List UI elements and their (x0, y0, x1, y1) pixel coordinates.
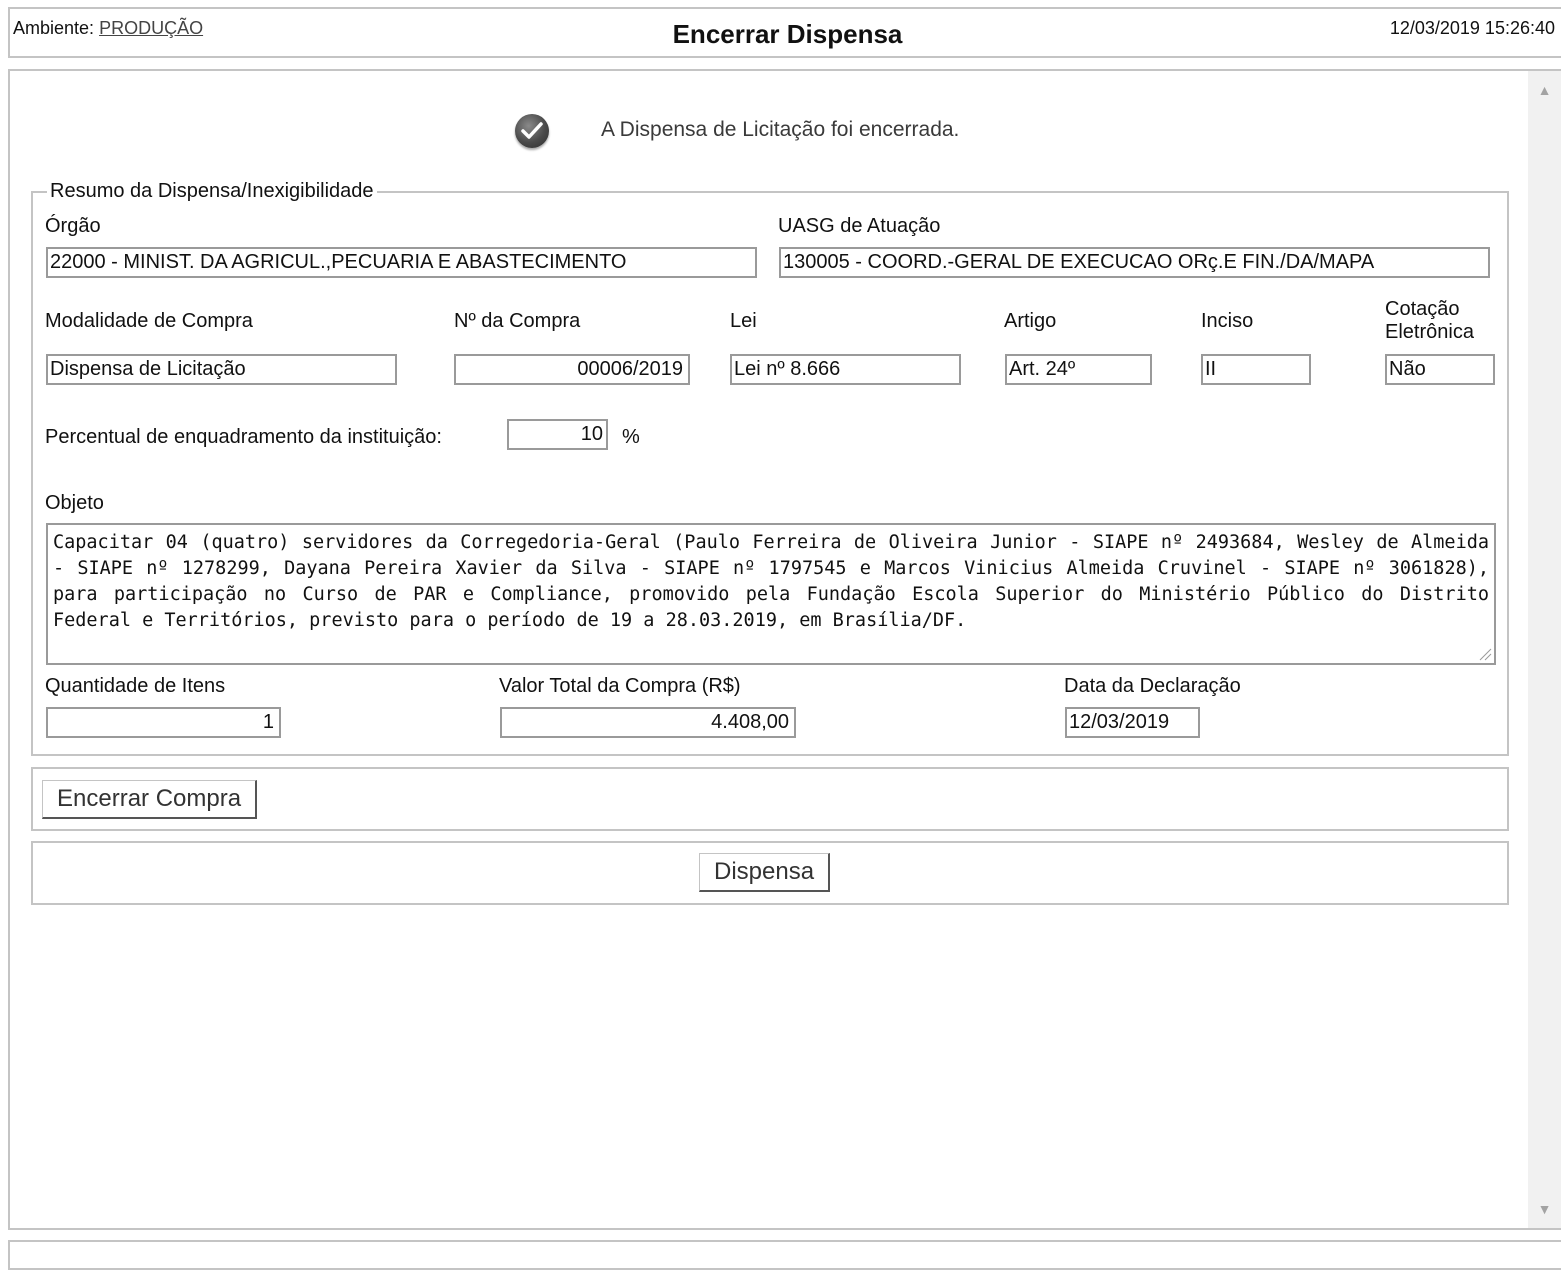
numero-compra-label: Nº da Compra (454, 310, 581, 332)
encerrar-panel: Encerrar Compra (31, 767, 1509, 831)
cotacao-label: Cotação Eletrônica (1385, 298, 1474, 344)
encerrar-compra-button[interactable]: Encerrar Compra (42, 780, 258, 819)
objeto-text: Capacitar 04 (quatro) servidores da Corr… (53, 532, 1489, 631)
numero-compra-field[interactable]: 00006/2019 (454, 354, 690, 385)
objeto-textarea[interactable]: Capacitar 04 (quatro) servidores da Corr… (46, 523, 1496, 665)
summary-fieldset: Resumo da Dispensa/Inexigibilidade Órgão… (31, 180, 1509, 756)
cotacao-label-line-2: Eletrônica (1385, 321, 1474, 343)
check-circle-icon (515, 114, 549, 148)
objeto-label: Objeto (45, 492, 104, 514)
uasg-label: UASG de Atuação (778, 215, 941, 237)
cotacao-label-line-1: Cotação (1385, 298, 1460, 320)
uasg-field[interactable]: 130005 - COORD.-GERAL DE EXECUCAO ORç.E … (779, 247, 1490, 278)
valor-label: Valor Total da Compra (R$) (499, 675, 741, 697)
bottom-frame (8, 1240, 1561, 1270)
dispensa-panel: Dispensa (31, 841, 1509, 905)
cotacao-field[interactable]: Não (1385, 354, 1495, 385)
dispensa-button[interactable]: Dispensa (699, 853, 831, 892)
quantidade-field[interactable]: 1 (46, 707, 281, 738)
main-frame: ▲ ▼ A Dispensa de Licitação foi encerrad… (8, 69, 1561, 1230)
inciso-label: Inciso (1201, 310, 1254, 332)
percentual-field[interactable]: 10 (507, 419, 608, 450)
scroll-up-icon[interactable]: ▲ (1528, 75, 1561, 105)
header-bar: Ambiente: PRODUÇÃO Encerrar Dispensa 12/… (8, 7, 1561, 58)
lei-label: Lei (730, 310, 757, 332)
vertical-scrollbar[interactable]: ▲ ▼ (1528, 71, 1561, 1228)
orgao-field[interactable]: 22000 - MINIST. DA AGRICUL.,PECUARIA E A… (46, 247, 757, 278)
data-declaracao-label: Data da Declaração (1064, 675, 1241, 697)
percentual-unit: % (622, 426, 640, 448)
artigo-label: Artigo (1004, 310, 1057, 332)
data-declaracao-field[interactable]: 12/03/2019 (1065, 707, 1200, 738)
percentual-label: Percentual de enquadramento da instituiç… (45, 426, 442, 448)
modalidade-field[interactable]: Dispensa de Licitação (46, 354, 397, 385)
resize-grip-icon[interactable] (1478, 647, 1492, 661)
modalidade-label: Modalidade de Compra (45, 310, 253, 332)
orgao-label: Órgão (45, 215, 101, 237)
success-message: A Dispensa de Licitação foi encerrada. (601, 118, 960, 141)
quantidade-label: Quantidade de Itens (45, 675, 226, 697)
page-title: Encerrar Dispensa (672, 19, 903, 49)
inciso-field[interactable]: II (1201, 354, 1311, 385)
header-datetime: 12/03/2019 15:26:40 (1389, 18, 1555, 38)
scroll-down-icon[interactable]: ▼ (1528, 1194, 1561, 1224)
valor-field[interactable]: 4.408,00 (500, 707, 796, 738)
artigo-field[interactable]: Art. 24º (1005, 354, 1152, 385)
summary-legend: Resumo da Dispensa/Inexigibilidade (47, 180, 377, 203)
lei-field[interactable]: Lei nº 8.666 (730, 354, 961, 385)
